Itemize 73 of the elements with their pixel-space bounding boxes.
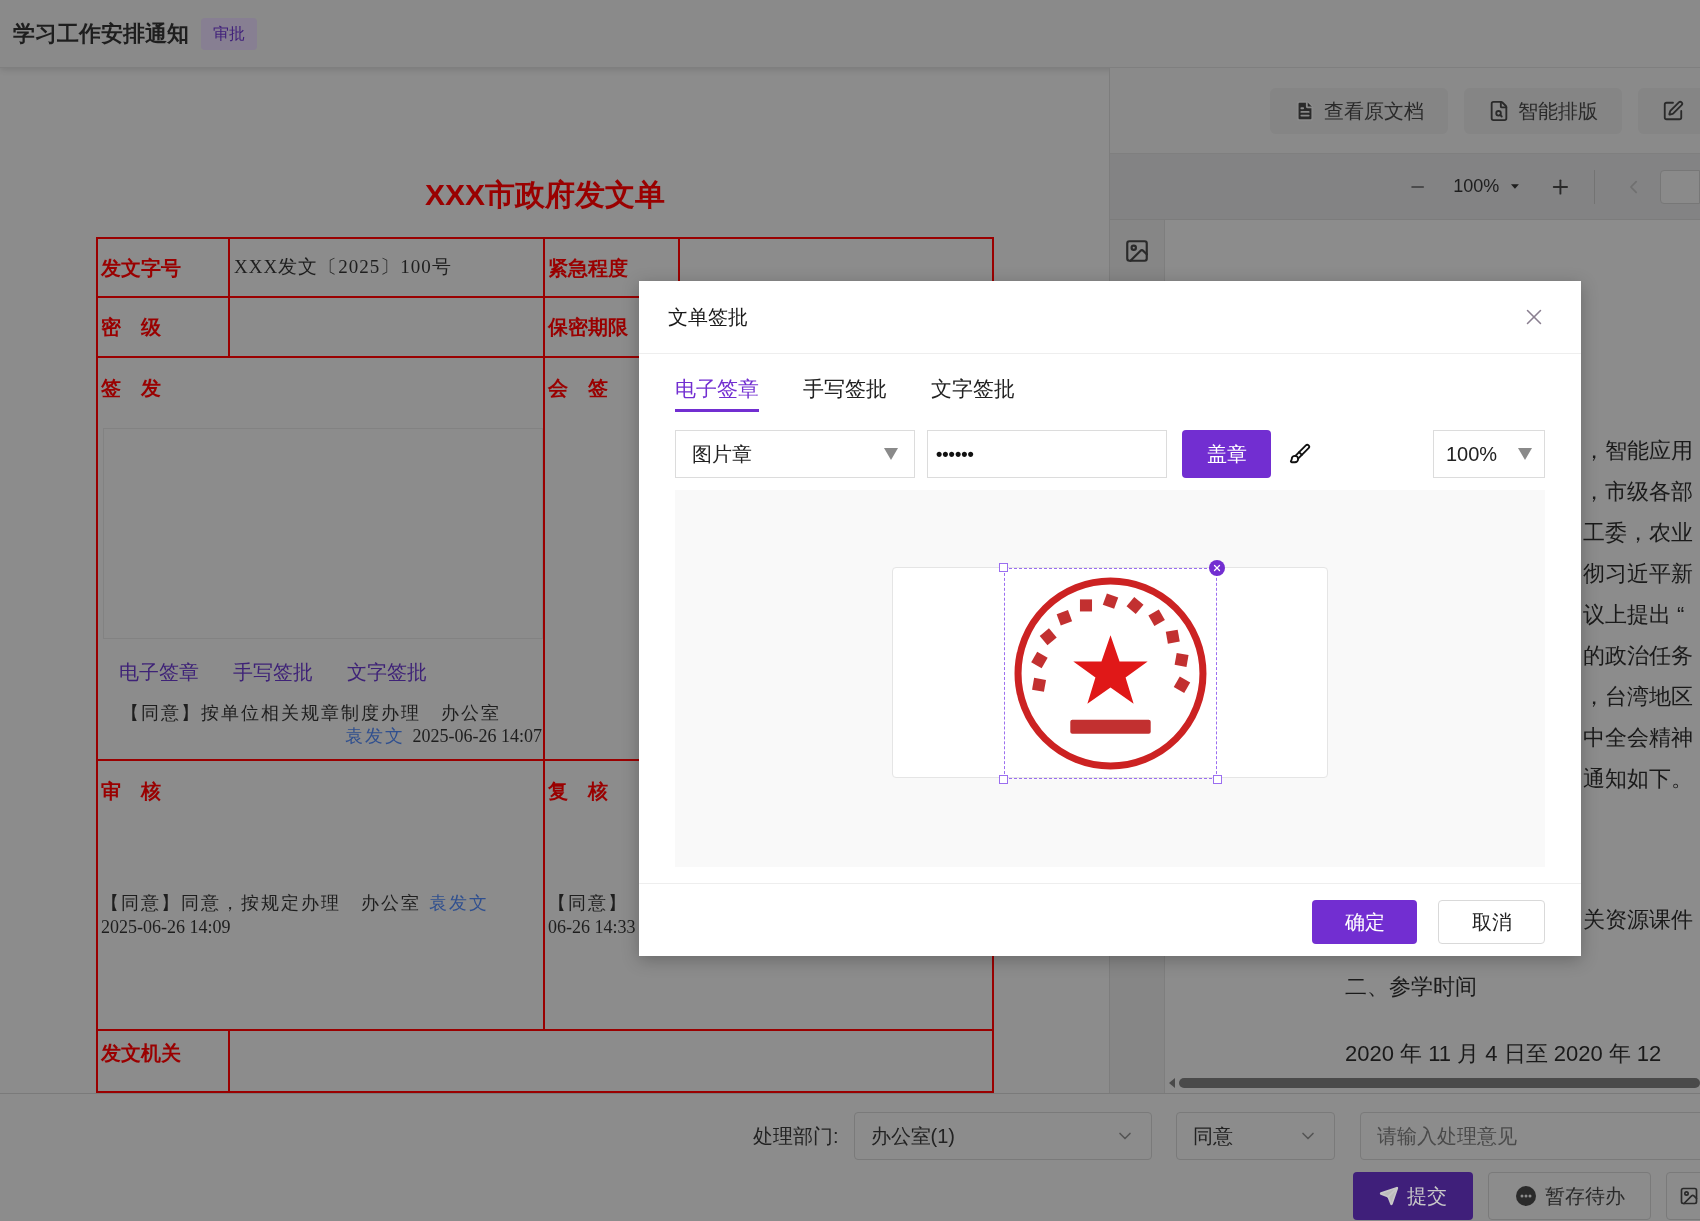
field-label: 发文字号 <box>101 257 181 278</box>
scroll-left-icon[interactable] <box>1169 1078 1175 1088</box>
signer-name: 袁发文 <box>429 893 489 913</box>
document-text: 中全会精神 <box>1583 724 1693 752</box>
approval-time: 2025-06-26 14:09 <box>101 916 231 939</box>
submit-button[interactable]: 提交 <box>1353 1172 1473 1220</box>
stamp-button[interactable]: 盖章 <box>1182 430 1271 478</box>
approval-opinion: 【同意】 <box>548 892 628 915</box>
field-label: 紧急程度 <box>548 257 628 278</box>
password-field[interactable]: •••••• <box>927 430 1167 478</box>
image-icon <box>1679 1186 1699 1206</box>
resize-handle[interactable] <box>999 563 1008 572</box>
sign-action-link[interactable]: 文字签批 <box>347 657 427 687</box>
field-label: 发文机关 <box>101 1043 181 1063</box>
page-title: 学习工作安排通知 <box>13 20 189 48</box>
approval-opinion: 【同意】按单位相关规章制度办理 办公室 <box>120 702 502 725</box>
document-text: 议上提出 “ <box>1583 601 1685 629</box>
tab[interactable]: 电子签章 <box>675 368 759 412</box>
caret-icon <box>1511 184 1520 189</box>
brush-icon[interactable] <box>1289 443 1311 465</box>
document-text: 的政治任务 <box>1583 642 1693 670</box>
decision-select[interactable]: 同意 <box>1175 1112 1335 1160</box>
form-title: XXX市政府发文单 <box>425 177 665 213</box>
close-icon <box>1212 563 1222 573</box>
sign-action-link[interactable]: 手写签批 <box>233 657 313 687</box>
document-number: XXX发文〔2025〕100号 <box>234 255 452 280</box>
approval-time: 06-26 14:33 <box>548 916 636 939</box>
document-text: 彻习近平新 <box>1583 560 1693 588</box>
status-tag: 审批 <box>201 17 257 50</box>
signer-name: 袁发文 <box>344 725 405 747</box>
document-text: 2020 年 11 月 4 日至 2020 年 12 <box>1345 1040 1662 1068</box>
resize-handle[interactable] <box>999 775 1008 784</box>
confirm-button[interactable]: 确定 <box>1312 900 1417 944</box>
cancel-button[interactable]: 取消 <box>1438 900 1545 944</box>
zoom-level[interactable]: 100% <box>1453 173 1500 200</box>
dialog-title: 文单签批 <box>668 305 748 330</box>
document-search-icon <box>1488 99 1510 122</box>
seal-type-select[interactable]: 图片章 <box>675 430 915 478</box>
save-draft-button[interactable]: 暂存待办 <box>1488 1172 1651 1220</box>
toolbar-button[interactable] <box>1638 87 1700 134</box>
field-label: 处理部门: <box>753 1124 839 1149</box>
document-text: 通知如下。 <box>1583 765 1693 793</box>
sign-action-link[interactable]: 电子签章 <box>119 657 199 687</box>
delete-handle[interactable] <box>1209 560 1225 576</box>
image-icon[interactable] <box>1124 238 1150 264</box>
field-label: 会 签 <box>548 378 609 398</box>
field-label: 复 核 <box>548 781 609 801</box>
resize-handle[interactable] <box>1213 775 1222 784</box>
toolbar-button[interactable]: 查看原文档 <box>1270 87 1448 134</box>
send-icon <box>1379 1186 1399 1206</box>
document-text: ，台湾地区 <box>1583 683 1693 711</box>
field-label: 密 级 <box>101 317 161 337</box>
document-text: 工委，农业 <box>1583 519 1693 547</box>
field-label: 保密期限 <box>548 317 628 337</box>
document-text: ，智能应用 <box>1583 437 1693 465</box>
caret-icon <box>884 448 898 460</box>
toolbar-button[interactable]: 智能排版 <box>1464 87 1622 134</box>
field-label: 审 核 <box>101 781 162 801</box>
caret-icon <box>1518 448 1532 460</box>
tab[interactable]: 文字签批 <box>931 368 1015 412</box>
document-text: 关资源课件 <box>1583 906 1693 934</box>
approval-opinion: 【同意】同意，按规定办理 办公室 <box>101 893 421 913</box>
field-label: 签 发 <box>101 378 162 398</box>
edit-icon <box>1662 99 1684 122</box>
document-text: ，市级各部 <box>1583 478 1693 506</box>
opinion-input[interactable]: 请输入处理意见 <box>1359 1112 1700 1160</box>
department-select[interactable]: 办公室(1) <box>853 1112 1152 1160</box>
document-heading: 二、参学时间 <box>1345 973 1477 1001</box>
scrollbar-thumb[interactable] <box>1179 1078 1700 1088</box>
chat-bubble-icon <box>1514 1185 1537 1207</box>
tab[interactable]: 手写签批 <box>803 368 887 412</box>
approval-time: 2025-06-26 14:07 <box>412 725 542 747</box>
zoom-select[interactable]: 100% <box>1433 430 1545 478</box>
